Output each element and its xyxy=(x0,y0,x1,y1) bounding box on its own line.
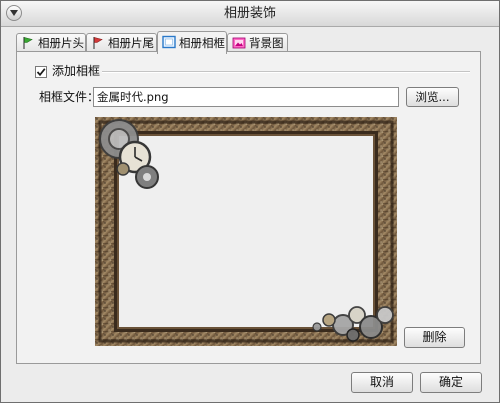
tab-label: 相册片尾 xyxy=(108,36,154,50)
tab-background-image[interactable]: 背景图 xyxy=(227,33,288,52)
frame-preview-image xyxy=(95,117,397,346)
window-title: 相册装饰 xyxy=(223,6,276,21)
green-flag-icon xyxy=(23,37,33,49)
section-divider xyxy=(102,71,470,73)
cancel-button[interactable]: 取消 xyxy=(351,372,413,393)
frame-file-input[interactable]: 金属时代.png xyxy=(93,87,399,107)
ok-button[interactable]: 确定 xyxy=(420,372,482,393)
title-bar: 相册装饰 xyxy=(1,1,499,27)
tab-label: 相册片头 xyxy=(38,36,84,50)
picture-icon xyxy=(232,37,246,49)
frame-file-label: 相框文件： xyxy=(39,90,100,104)
tab-album-intro[interactable]: 相册片头 xyxy=(16,33,86,52)
tab-album-ending[interactable]: 相册片尾 xyxy=(86,33,157,52)
add-frame-label: 添加相框 xyxy=(52,64,101,78)
frame-icon xyxy=(162,35,176,49)
delete-button[interactable]: 删除 xyxy=(404,327,465,348)
checkmark-icon xyxy=(36,68,46,77)
tab-album-frame[interactable]: 相册相框 xyxy=(157,31,227,54)
tab-label: 相册相框 xyxy=(179,36,225,50)
browse-button[interactable]: 浏览... xyxy=(406,87,459,107)
add-frame-checkbox[interactable] xyxy=(35,66,47,78)
red-flag-icon xyxy=(93,37,103,49)
tab-label: 背景图 xyxy=(249,36,284,50)
